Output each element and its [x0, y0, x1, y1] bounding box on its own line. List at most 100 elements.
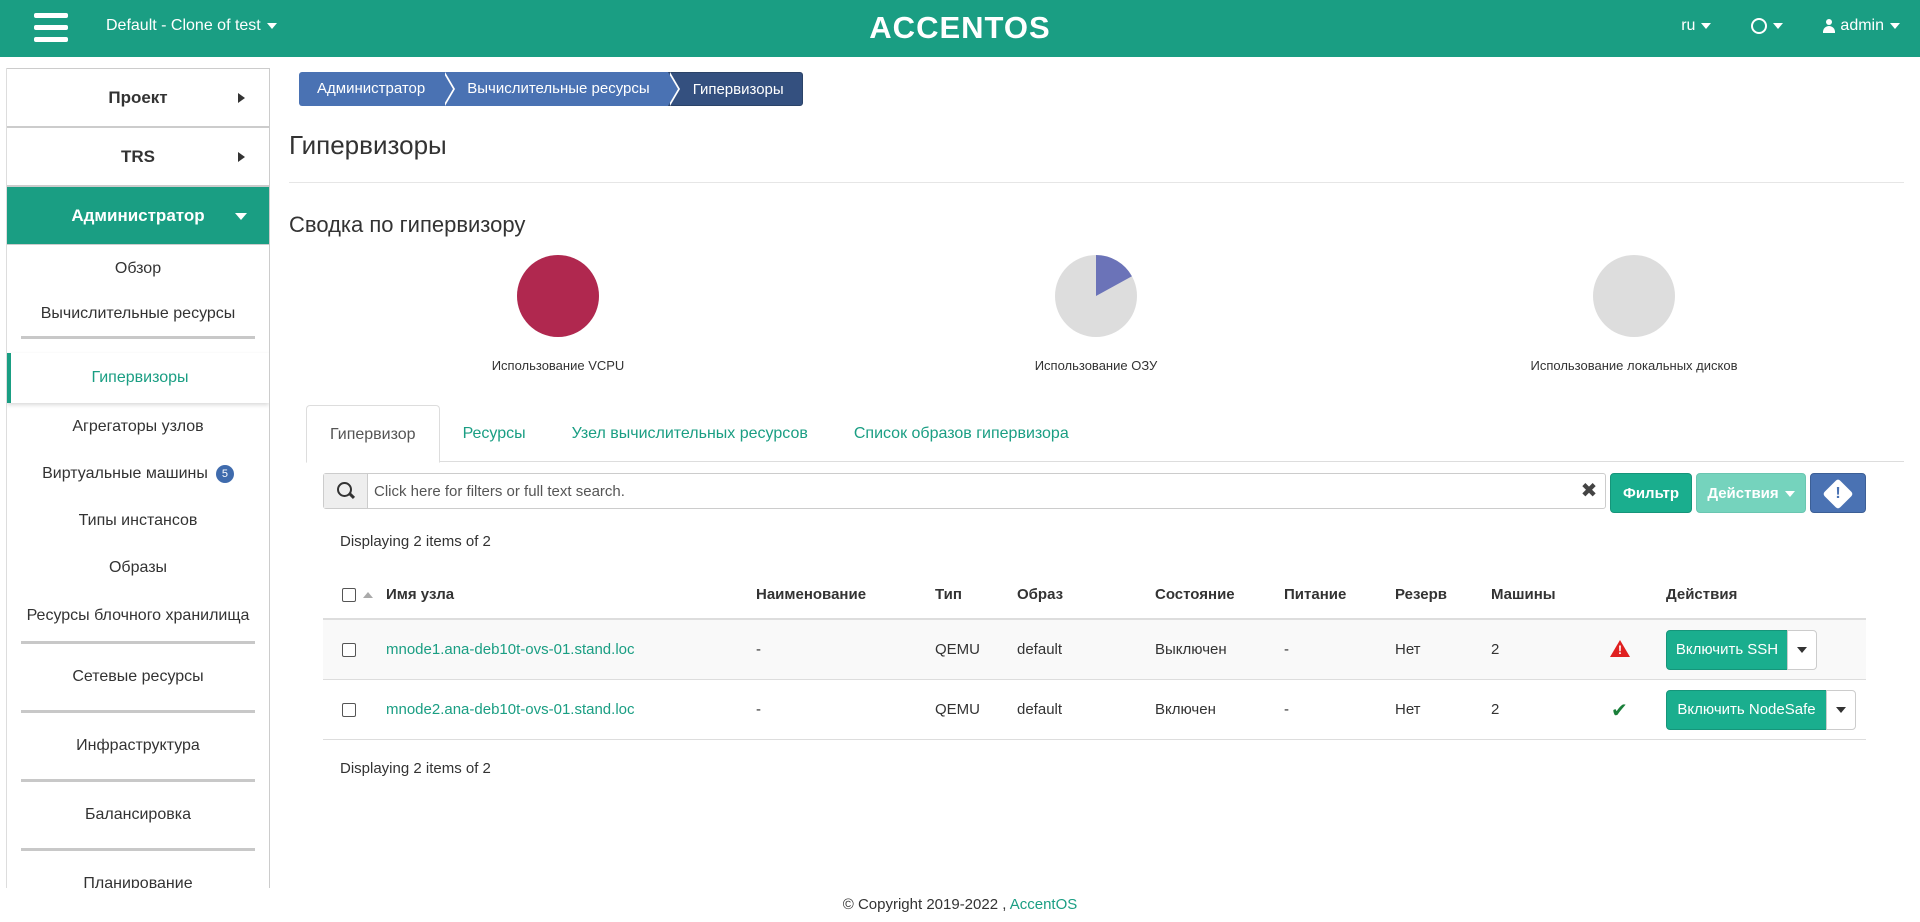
- column-header[interactable]: Резерв: [1395, 576, 1447, 614]
- summary-title: Сводка по гипервизору: [289, 212, 526, 237]
- cell-name: -: [756, 701, 761, 718]
- pie-vcpu: [517, 255, 599, 337]
- vcpu-usage-chart: Использование VCPU: [428, 254, 688, 373]
- sidebar-item-hypervisors[interactable]: Гипервизоры: [7, 353, 269, 403]
- row-checkbox[interactable]: [342, 703, 356, 717]
- column-header[interactable]: Машины: [1491, 576, 1556, 614]
- sidebar-item-instances[interactable]: Виртуальные машины 5: [7, 450, 269, 497]
- top-navbar: Default - Clone of test ACCENTOS ru admi…: [0, 0, 1920, 57]
- column-header[interactable]: Питание: [1284, 576, 1346, 614]
- info-icon: !: [1822, 478, 1854, 510]
- chevron-down-icon: [1890, 23, 1900, 29]
- table-row: mnode2.ana-deb10t-ovs-01.stand.loc - QEM…: [323, 680, 1866, 740]
- project-selector[interactable]: Default - Clone of test: [106, 17, 277, 35]
- sidebar-item-flavors[interactable]: Типы инстансов: [7, 497, 269, 544]
- host-link[interactable]: mnode2.ana-deb10t-ovs-01.stand.loc: [386, 680, 635, 740]
- section-label: TRS: [121, 146, 155, 166]
- filter-button[interactable]: Фильтр: [1610, 473, 1692, 513]
- sidebar-item-balancing[interactable]: Балансировка: [7, 782, 269, 848]
- items-count: Displaying 2 items of 2: [340, 533, 491, 550]
- pie-disk: [1593, 255, 1675, 337]
- column-header[interactable]: Состояние: [1155, 576, 1235, 614]
- sidebar-item-label: Виртуальные машины: [42, 465, 208, 482]
- row-actions-dropdown[interactable]: [1826, 690, 1856, 730]
- pie-ram: [1055, 255, 1137, 337]
- sidebar-section-trs[interactable]: TRS: [7, 127, 269, 186]
- sidebar-item-label: Планирование: [83, 875, 193, 888]
- info-button[interactable]: !: [1810, 473, 1866, 513]
- tab-image-list[interactable]: Список образов гипервизора: [831, 405, 1092, 461]
- sort-icon-wrap[interactable]: [359, 576, 373, 614]
- sidebar-item-infrastructure[interactable]: Инфраструктура: [7, 713, 269, 779]
- column-header[interactable]: Образ: [1017, 576, 1063, 614]
- accentos-link[interactable]: AccentOS: [1010, 896, 1078, 913]
- copyright-text: © Copyright 2019-2022 ,: [842, 896, 1007, 913]
- cell-state: Выключен: [1155, 641, 1227, 658]
- divider: [289, 182, 1904, 183]
- clear-icon[interactable]: ✖: [1573, 474, 1605, 508]
- breadcrumb-item[interactable]: Администратор: [299, 72, 456, 106]
- sidebar-item-planning[interactable]: Планирование: [7, 851, 269, 888]
- logo-text[interactable]: ACCENTOS: [869, 10, 1050, 45]
- chevron-right-icon: [238, 93, 245, 103]
- sidebar-section-admin[interactable]: Администратор: [7, 186, 269, 245]
- sidebar-item-label: Агрегаторы узлов: [72, 418, 204, 435]
- breadcrumb-item[interactable]: Вычислительные ресурсы: [443, 72, 681, 106]
- section-label: Проект: [108, 87, 168, 107]
- sidebar-item-label: Балансировка: [85, 806, 191, 823]
- sidebar-item-network[interactable]: Сетевые ресурсы: [7, 644, 269, 710]
- cell-name: -: [756, 641, 761, 658]
- footer: © Copyright 2019-2022 , AccentOS: [0, 896, 1920, 913]
- row-checkbox[interactable]: [342, 643, 356, 657]
- chevron-down-icon: [266, 22, 277, 29]
- menu-toggle-icon[interactable]: [34, 13, 68, 43]
- select-all-checkbox[interactable]: [342, 588, 356, 602]
- pie-label: Использование ОЗУ: [1034, 358, 1158, 373]
- user-name: admin: [1840, 17, 1884, 34]
- sidebar-item-block-storage[interactable]: Ресурсы блочного хранилища: [7, 591, 269, 641]
- pie-label: Использование локальных дисков: [1530, 358, 1738, 373]
- ram-usage-chart: Использование ОЗУ: [966, 254, 1226, 373]
- sidebar-section-project[interactable]: Проект: [7, 68, 269, 127]
- row-actions-dropdown[interactable]: [1787, 630, 1817, 670]
- column-header[interactable]: Имя узла: [386, 576, 454, 614]
- search-input[interactable]: [368, 474, 1573, 508]
- hypervisor-table: Имя узла Наименование Тип Образ Состояни…: [323, 576, 1866, 740]
- user-menu[interactable]: admin: [1823, 17, 1900, 35]
- enable-ssh-button[interactable]: Включить SSH: [1666, 630, 1788, 670]
- chevron-down-icon: [1797, 647, 1807, 653]
- sidebar-item-label: Вычислительные ресурсы: [40, 305, 236, 322]
- sidebar-item-aggregates[interactable]: Агрегаторы узлов: [7, 403, 269, 450]
- cell-reserve: Нет: [1395, 701, 1421, 718]
- tab-compute-host[interactable]: Узел вычислительных ресурсов: [549, 405, 831, 461]
- divider: [21, 336, 255, 339]
- actions-button[interactable]: Действия: [1696, 473, 1806, 513]
- sidebar-item-label: Типы инстансов: [78, 512, 198, 529]
- search-icon: [336, 482, 355, 500]
- column-header: Действия: [1666, 586, 1738, 603]
- sidebar-item-overview[interactable]: Обзор: [7, 245, 269, 292]
- chevron-down-icon: [1784, 491, 1795, 498]
- cell-machines: 2: [1491, 641, 1500, 658]
- count-badge: 5: [215, 464, 234, 483]
- tab-resources[interactable]: Ресурсы: [440, 405, 549, 461]
- breadcrumb-item-current[interactable]: Гипервизоры: [667, 72, 803, 106]
- host-link[interactable]: mnode1.ana-deb10t-ovs-01.stand.loc: [386, 620, 635, 680]
- sidebar-item-images[interactable]: Образы: [7, 544, 269, 591]
- cell-type: QEMU: [935, 641, 980, 658]
- theme-selector[interactable]: [1751, 17, 1784, 35]
- pie-slice: [517, 255, 599, 337]
- logo: ACCENTOS: [0, 10, 1920, 46]
- cell-reserve: Нет: [1395, 641, 1421, 658]
- table-row: mnode1.ana-deb10t-ovs-01.stand.loc - QEM…: [323, 620, 1866, 680]
- tab-hypervisor[interactable]: Гипервизор: [306, 405, 440, 463]
- cell-machines: 2: [1491, 701, 1500, 718]
- search-bar: ✖: [323, 473, 1606, 509]
- cell-state: Включен: [1155, 701, 1216, 718]
- disk-usage-chart: Использование локальных дисков: [1504, 254, 1764, 373]
- column-header[interactable]: Наименование: [756, 576, 866, 614]
- enable-nodesafe-button[interactable]: Включить NodeSafe: [1666, 690, 1827, 730]
- language-selector[interactable]: ru: [1681, 17, 1712, 35]
- column-header[interactable]: Тип: [935, 576, 962, 614]
- sidebar-item-compute[interactable]: Вычислительные ресурсы: [7, 292, 269, 336]
